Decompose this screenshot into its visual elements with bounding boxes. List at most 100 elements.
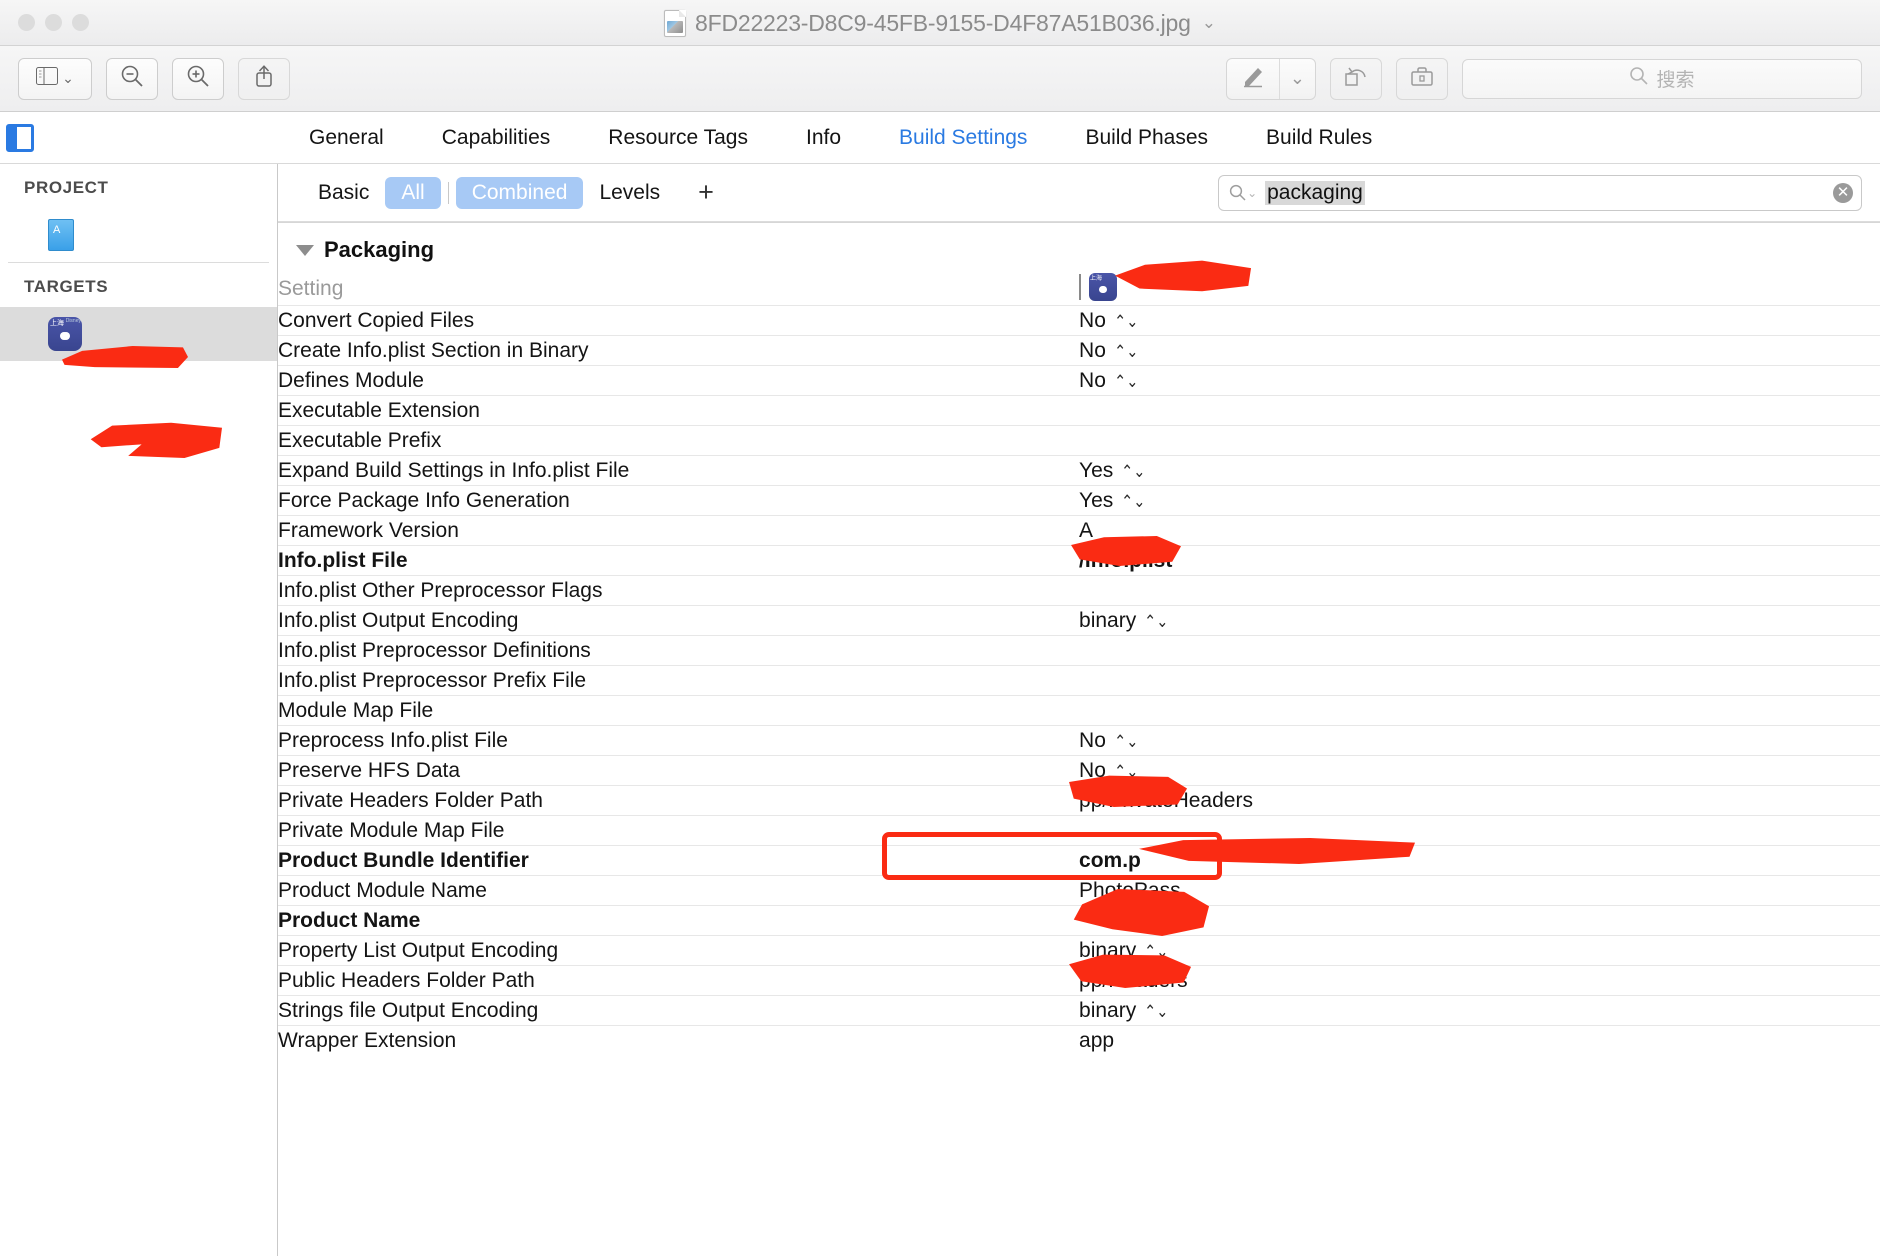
stepper-icon[interactable]: ⌃⌄ bbox=[1144, 1002, 1168, 1022]
table-row[interactable]: Private Headers Folder Path pp/PrivateHe… bbox=[278, 775, 1880, 816]
tab-general[interactable]: General bbox=[280, 126, 413, 150]
setting-value[interactable]: binary ⌃⌄ bbox=[1079, 935, 1880, 966]
setting-value-text: binary bbox=[1079, 998, 1137, 1022]
table-row[interactable]: Framework Version A bbox=[278, 515, 1880, 546]
table-row[interactable]: Info.plist Output Encoding binary ⌃⌄ bbox=[278, 605, 1880, 636]
table-row[interactable]: Product Bundle Identifier com.p bbox=[278, 838, 1880, 876]
table-row[interactable]: Preserve HFS Data No ⌃⌄ bbox=[278, 755, 1880, 786]
tab-build-rules[interactable]: Build Rules bbox=[1237, 126, 1401, 150]
setting-value[interactable] bbox=[1079, 425, 1880, 456]
filter-combined[interactable]: Combined bbox=[455, 176, 584, 209]
setting-value[interactable]: No ⌃⌄ bbox=[1079, 755, 1880, 786]
table-row[interactable]: Expand Build Settings in Info.plist File… bbox=[278, 455, 1880, 486]
stepper-icon[interactable]: ⌃⌄ bbox=[1121, 492, 1145, 512]
table-row[interactable]: Private Module Map File bbox=[278, 815, 1880, 846]
table-row[interactable]: Strings file Output Encoding binary ⌃⌄ bbox=[278, 995, 1880, 1026]
table-row[interactable]: Create Info.plist Section in Binary No ⌃⌄ bbox=[278, 335, 1880, 366]
zoom-out-button[interactable] bbox=[106, 57, 158, 100]
setting-value[interactable]: /Info.plist bbox=[1071, 536, 1880, 576]
filter-levels[interactable]: Levels bbox=[583, 177, 676, 209]
close-button[interactable] bbox=[18, 14, 35, 31]
filter-all[interactable]: All bbox=[385, 176, 441, 209]
stepper-icon[interactable]: ⌃⌄ bbox=[1144, 942, 1168, 962]
build-settings-table-wrap[interactable]: Packaging Setting 上海 Convert Copied File… bbox=[278, 222, 1880, 1256]
setting-value[interactable]: Yes ⌃⌄ bbox=[1079, 455, 1880, 486]
table-row[interactable]: Info.plist File /Info.plist bbox=[278, 536, 1880, 576]
table-row[interactable]: Executable Prefix bbox=[278, 425, 1880, 456]
sidebar-toggle-button[interactable]: ⌄ bbox=[18, 57, 92, 100]
setting-value[interactable] bbox=[1073, 888, 1880, 936]
setting-value[interactable]: binary ⌃⌄ bbox=[1079, 605, 1880, 636]
table-row[interactable]: Force Package Info Generation Yes ⌃⌄ bbox=[278, 485, 1880, 516]
tab-capabilities[interactable]: Capabilities bbox=[413, 126, 580, 150]
stepper-icon[interactable]: ⌃⌄ bbox=[1114, 342, 1138, 362]
setting-value[interactable] bbox=[1079, 575, 1880, 606]
stepper-icon[interactable]: ⌃⌄ bbox=[1114, 312, 1138, 332]
settings-group-header[interactable]: Packaging bbox=[278, 222, 1880, 273]
navigator-toggle-icon[interactable] bbox=[6, 123, 34, 152]
share-button[interactable] bbox=[238, 57, 290, 100]
window-controls[interactable] bbox=[18, 14, 89, 31]
table-row[interactable]: Property List Output Encoding binary ⌃⌄ bbox=[278, 935, 1880, 966]
setting-value[interactable]: No ⌃⌄ bbox=[1079, 305, 1880, 336]
setting-value[interactable] bbox=[1079, 665, 1880, 696]
setting-value[interactable]: No ⌃⌄ bbox=[1079, 365, 1880, 396]
title-chevron-down-icon[interactable]: ⌄ bbox=[1202, 13, 1216, 33]
table-row[interactable]: Defines Module No ⌃⌄ bbox=[278, 365, 1880, 396]
setting-value[interactable]: pp/PrivateHeaders bbox=[1069, 775, 1880, 816]
setting-value[interactable] bbox=[1079, 815, 1880, 846]
stepper-icon[interactable]: ⌃⌄ bbox=[1114, 762, 1138, 782]
zoom-button[interactable] bbox=[72, 14, 89, 31]
setting-value[interactable]: binary ⌃⌄ bbox=[1079, 995, 1880, 1026]
filter-basic[interactable]: Basic bbox=[302, 177, 385, 209]
target-icon-brand-text: Disney bbox=[65, 318, 81, 324]
setting-value[interactable]: app bbox=[1079, 1025, 1880, 1056]
setting-value[interactable]: No ⌃⌄ bbox=[1079, 725, 1880, 756]
sidebar-item-project[interactable] bbox=[0, 208, 277, 262]
setting-value[interactable] bbox=[1079, 395, 1880, 426]
column-header-setting: Setting bbox=[278, 277, 344, 300]
table-row[interactable]: Preprocess Info.plist File No ⌃⌄ bbox=[278, 725, 1880, 756]
setting-value[interactable]: Yes ⌃⌄ bbox=[1079, 485, 1880, 516]
tab-build-phases[interactable]: Build Phases bbox=[1056, 126, 1237, 150]
zoom-in-button[interactable] bbox=[172, 57, 224, 100]
markup-toolbox-button[interactable] bbox=[1396, 57, 1448, 100]
table-row[interactable]: Product Module Name PhotoPass bbox=[278, 875, 1880, 906]
table-row[interactable]: Info.plist Preprocessor Definitions bbox=[278, 635, 1880, 666]
table-row[interactable]: Executable Extension bbox=[278, 395, 1880, 426]
search-chevron-down-icon[interactable]: ⌄ bbox=[1247, 186, 1257, 200]
disclosure-triangle-icon[interactable] bbox=[296, 244, 314, 256]
table-row[interactable]: Convert Copied Files No ⌃⌄ bbox=[278, 305, 1880, 336]
setting-value[interactable] bbox=[1079, 695, 1880, 726]
setting-value[interactable]: A bbox=[1079, 515, 1880, 546]
table-row[interactable]: Public Headers Folder Path pp/Headers bbox=[278, 954, 1880, 996]
setting-value[interactable]: PhotoPass bbox=[1079, 875, 1880, 906]
build-settings-search-value[interactable]: packaging bbox=[1265, 180, 1365, 205]
build-settings-search-field[interactable]: ⌄ packaging ✕ bbox=[1218, 174, 1863, 211]
stepper-icon[interactable]: ⌃⌄ bbox=[1114, 372, 1138, 392]
setting-value[interactable]: pp/Headers bbox=[1069, 954, 1880, 996]
table-row[interactable]: Module Map File bbox=[278, 695, 1880, 726]
sidebar-chevron-down-icon[interactable]: ⌄ bbox=[62, 70, 74, 87]
setting-value[interactable]: com.p bbox=[1079, 838, 1880, 876]
table-row[interactable]: Info.plist Other Preprocessor Flags bbox=[278, 575, 1880, 606]
table-row[interactable]: Wrapper Extension app bbox=[278, 1025, 1880, 1056]
stepper-icon[interactable]: ⌃⌄ bbox=[1144, 612, 1168, 632]
stepper-icon[interactable]: ⌃⌄ bbox=[1114, 732, 1138, 752]
stepper-icon[interactable]: ⌃⌄ bbox=[1121, 462, 1145, 482]
clear-search-button[interactable]: ✕ bbox=[1833, 182, 1854, 203]
setting-value[interactable] bbox=[1079, 635, 1880, 666]
setting-value[interactable]: No ⌃⌄ bbox=[1079, 335, 1880, 366]
add-setting-button[interactable]: + bbox=[698, 177, 714, 208]
table-row[interactable]: Info.plist Preprocessor Prefix File bbox=[278, 665, 1880, 696]
tab-resource-tags[interactable]: Resource Tags bbox=[579, 126, 777, 150]
minimize-button[interactable] bbox=[45, 14, 62, 31]
markup-segment[interactable]: ⌄ bbox=[1225, 57, 1316, 100]
tab-info[interactable]: Info bbox=[777, 126, 870, 150]
tab-build-settings[interactable]: Build Settings bbox=[870, 126, 1056, 150]
preview-search-field[interactable]: 搜索 bbox=[1462, 58, 1862, 99]
markup-chevron-down-icon[interactable]: ⌄ bbox=[1278, 58, 1315, 99]
table-row[interactable]: Product Name bbox=[278, 888, 1880, 936]
rotate-button[interactable] bbox=[1330, 57, 1382, 100]
markup-button[interactable] bbox=[1227, 59, 1279, 99]
